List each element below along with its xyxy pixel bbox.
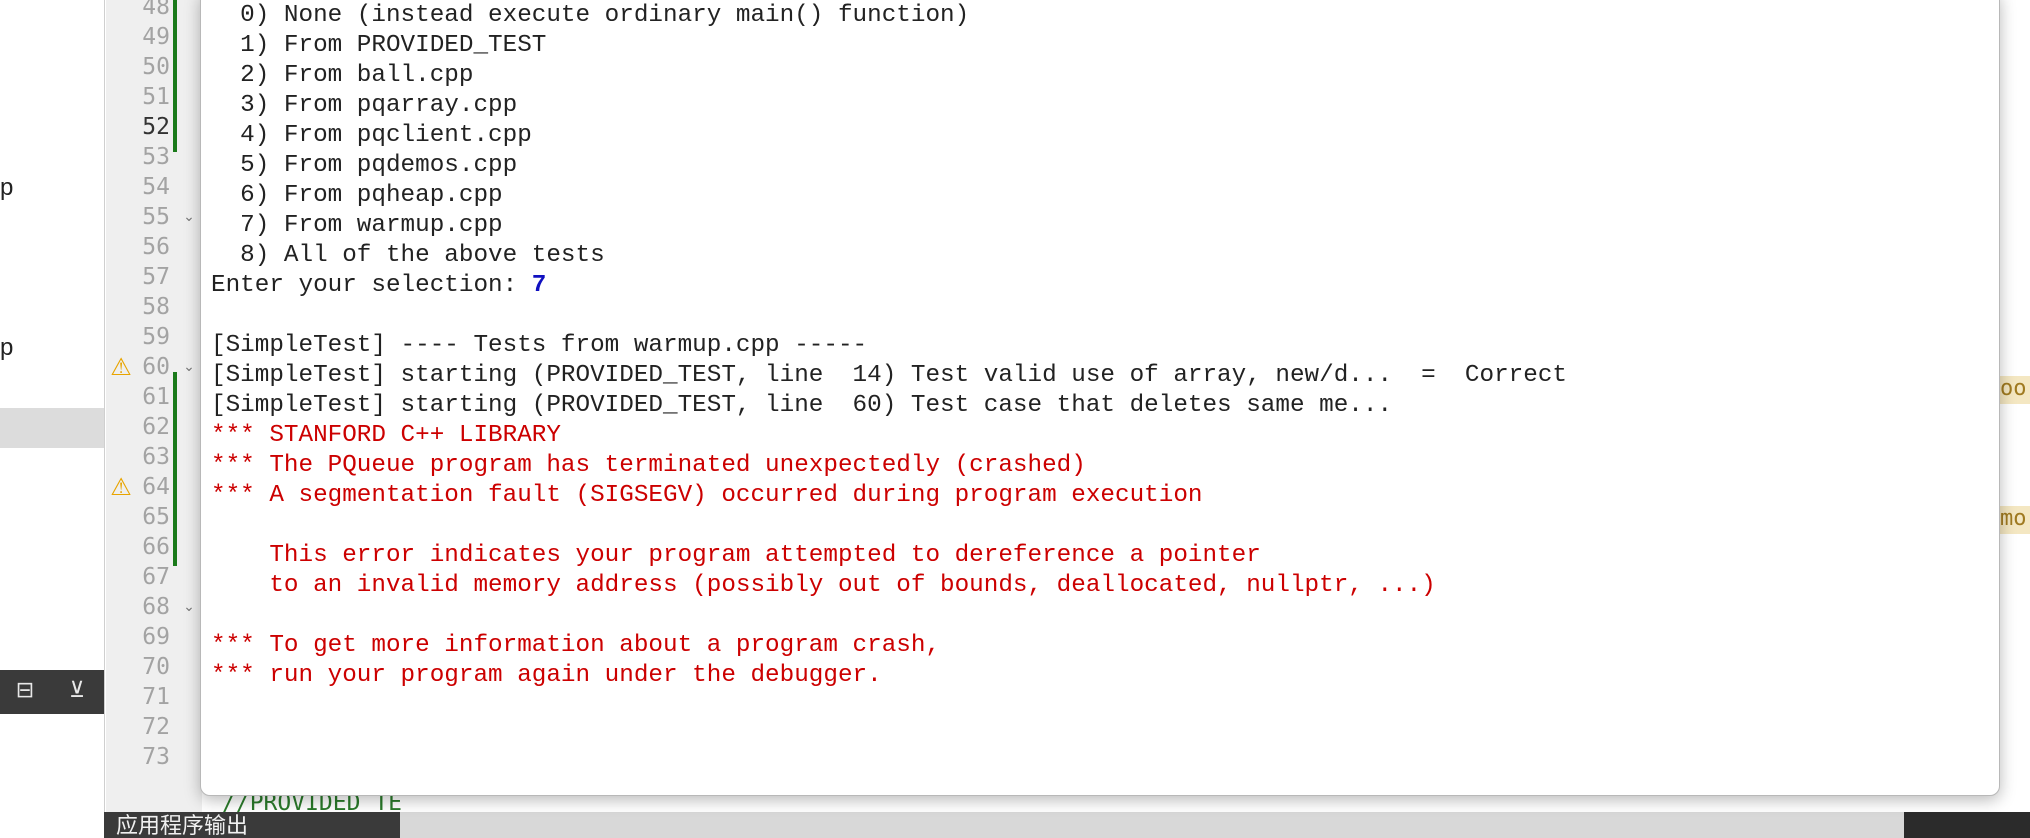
line-number: 72 — [142, 714, 170, 740]
line-number: 57 — [142, 264, 170, 290]
error-output-line: *** A segmentation fault (SIGSEGV) occur… — [211, 482, 1203, 509]
line-number: 51 — [142, 84, 170, 110]
line-number: 62 — [142, 414, 170, 440]
test-output-line: [SimpleTest] starting (PROVIDED_TEST, li… — [211, 392, 1393, 419]
output-pane-bar: 应用程序输出 — [104, 812, 2030, 838]
line-number: 58 — [142, 294, 170, 320]
console-line: 6) From pqheap.cpp — [211, 182, 503, 209]
sidebar-file-fragment[interactable]: p — [0, 174, 13, 202]
console-line: 4) From pqclient.cpp — [211, 122, 532, 149]
test-output-line: [SimpleTest] starting (PROVIDED_TEST, li… — [211, 362, 1567, 389]
line-number: 64 — [142, 474, 170, 500]
error-output-line: *** STANFORD C++ LIBRARY — [211, 422, 561, 449]
error-output-line: *** The PQueue program has terminated un… — [211, 452, 1086, 479]
line-number: 61 — [142, 384, 170, 410]
selection-prompt-line: Enter your selection: 7 — [211, 271, 1567, 301]
error-output-line — [211, 511, 1567, 541]
editor-edge-fragment: oo — [2000, 376, 2030, 404]
line-number: 50 — [142, 54, 170, 80]
line-number: 53 — [142, 144, 170, 170]
editor-edge-fragment: mo — [2000, 506, 2030, 534]
line-number: 54 — [142, 174, 170, 200]
output-pane-divider — [400, 812, 1904, 838]
line-number: 60 — [142, 354, 170, 380]
line-number: 49 — [142, 24, 170, 50]
sidebar-selected-row[interactable] — [0, 408, 104, 448]
line-number: 69 — [142, 624, 170, 650]
line-number: 67 — [142, 564, 170, 590]
error-output-line — [211, 601, 1567, 631]
chevron-down-icon[interactable]: ⌄ — [180, 358, 198, 376]
warning-triangle-icon[interactable]: ⚠ — [108, 474, 134, 500]
console-line: 7) From warmup.cpp — [211, 212, 503, 239]
line-number: 65 — [142, 504, 170, 530]
selection-prompt: Enter your selection: — [211, 272, 532, 299]
line-number: 55 — [142, 204, 170, 230]
console-line: 0) None (instead execute ordinary main()… — [211, 2, 970, 29]
line-number: 63 — [142, 444, 170, 470]
line-number: 48 — [142, 0, 170, 20]
line-number: 73 — [142, 744, 170, 770]
change-marker-bar — [173, 372, 177, 566]
console-line: 3) From pqarray.cpp — [211, 92, 518, 119]
application-output-tab[interactable]: 应用程序输出 — [104, 812, 400, 838]
sidebar-toolbar: ⊟ ⊻ — [0, 670, 104, 714]
project-sidebar: p p ⊟ ⊻ — [0, 0, 105, 838]
chevron-down-icon[interactable]: ⌄ — [180, 598, 198, 616]
console-output: 0) None (instead execute ordinary main()… — [211, 1, 1567, 691]
selection-input-value[interactable]: 7 — [532, 272, 547, 299]
warning-triangle-icon[interactable]: ⚠ — [108, 354, 134, 380]
console-line: 1) From PROVIDED_TEST — [211, 32, 547, 59]
console-window[interactable]: 0) None (instead execute ordinary main()… — [200, 0, 2000, 796]
collapse-panel-icon[interactable]: ⊻ — [64, 678, 90, 704]
error-output-line: *** run your program again under the deb… — [211, 662, 882, 689]
line-number: 52 — [142, 114, 170, 140]
application-output-label: 应用程序输出 — [116, 814, 249, 838]
line-number: 56 — [142, 234, 170, 260]
console-line: 5) From pqdemos.cpp — [211, 152, 518, 179]
error-output-line: to an invalid memory address (possibly o… — [211, 572, 1436, 599]
line-number: 59 — [142, 324, 170, 350]
line-number: 68 — [142, 594, 170, 620]
line-number: 71 — [142, 684, 170, 710]
change-marker-bar — [173, 0, 177, 152]
line-number: 66 — [142, 534, 170, 560]
error-output-line: *** To get more information about a prog… — [211, 632, 941, 659]
split-add-icon[interactable]: ⊟ — [12, 678, 38, 704]
console-line: 8) All of the above tests — [211, 242, 605, 269]
sidebar-file-fragment[interactable]: p — [0, 334, 13, 362]
test-output-line: [SimpleTest] ---- Tests from warmup.cpp … — [211, 332, 868, 359]
line-number: 70 — [142, 654, 170, 680]
chevron-down-icon[interactable]: ⌄ — [180, 208, 198, 226]
console-line: 2) From ball.cpp — [211, 62, 474, 89]
error-output-line: This error indicates your program attemp… — [211, 542, 1261, 569]
